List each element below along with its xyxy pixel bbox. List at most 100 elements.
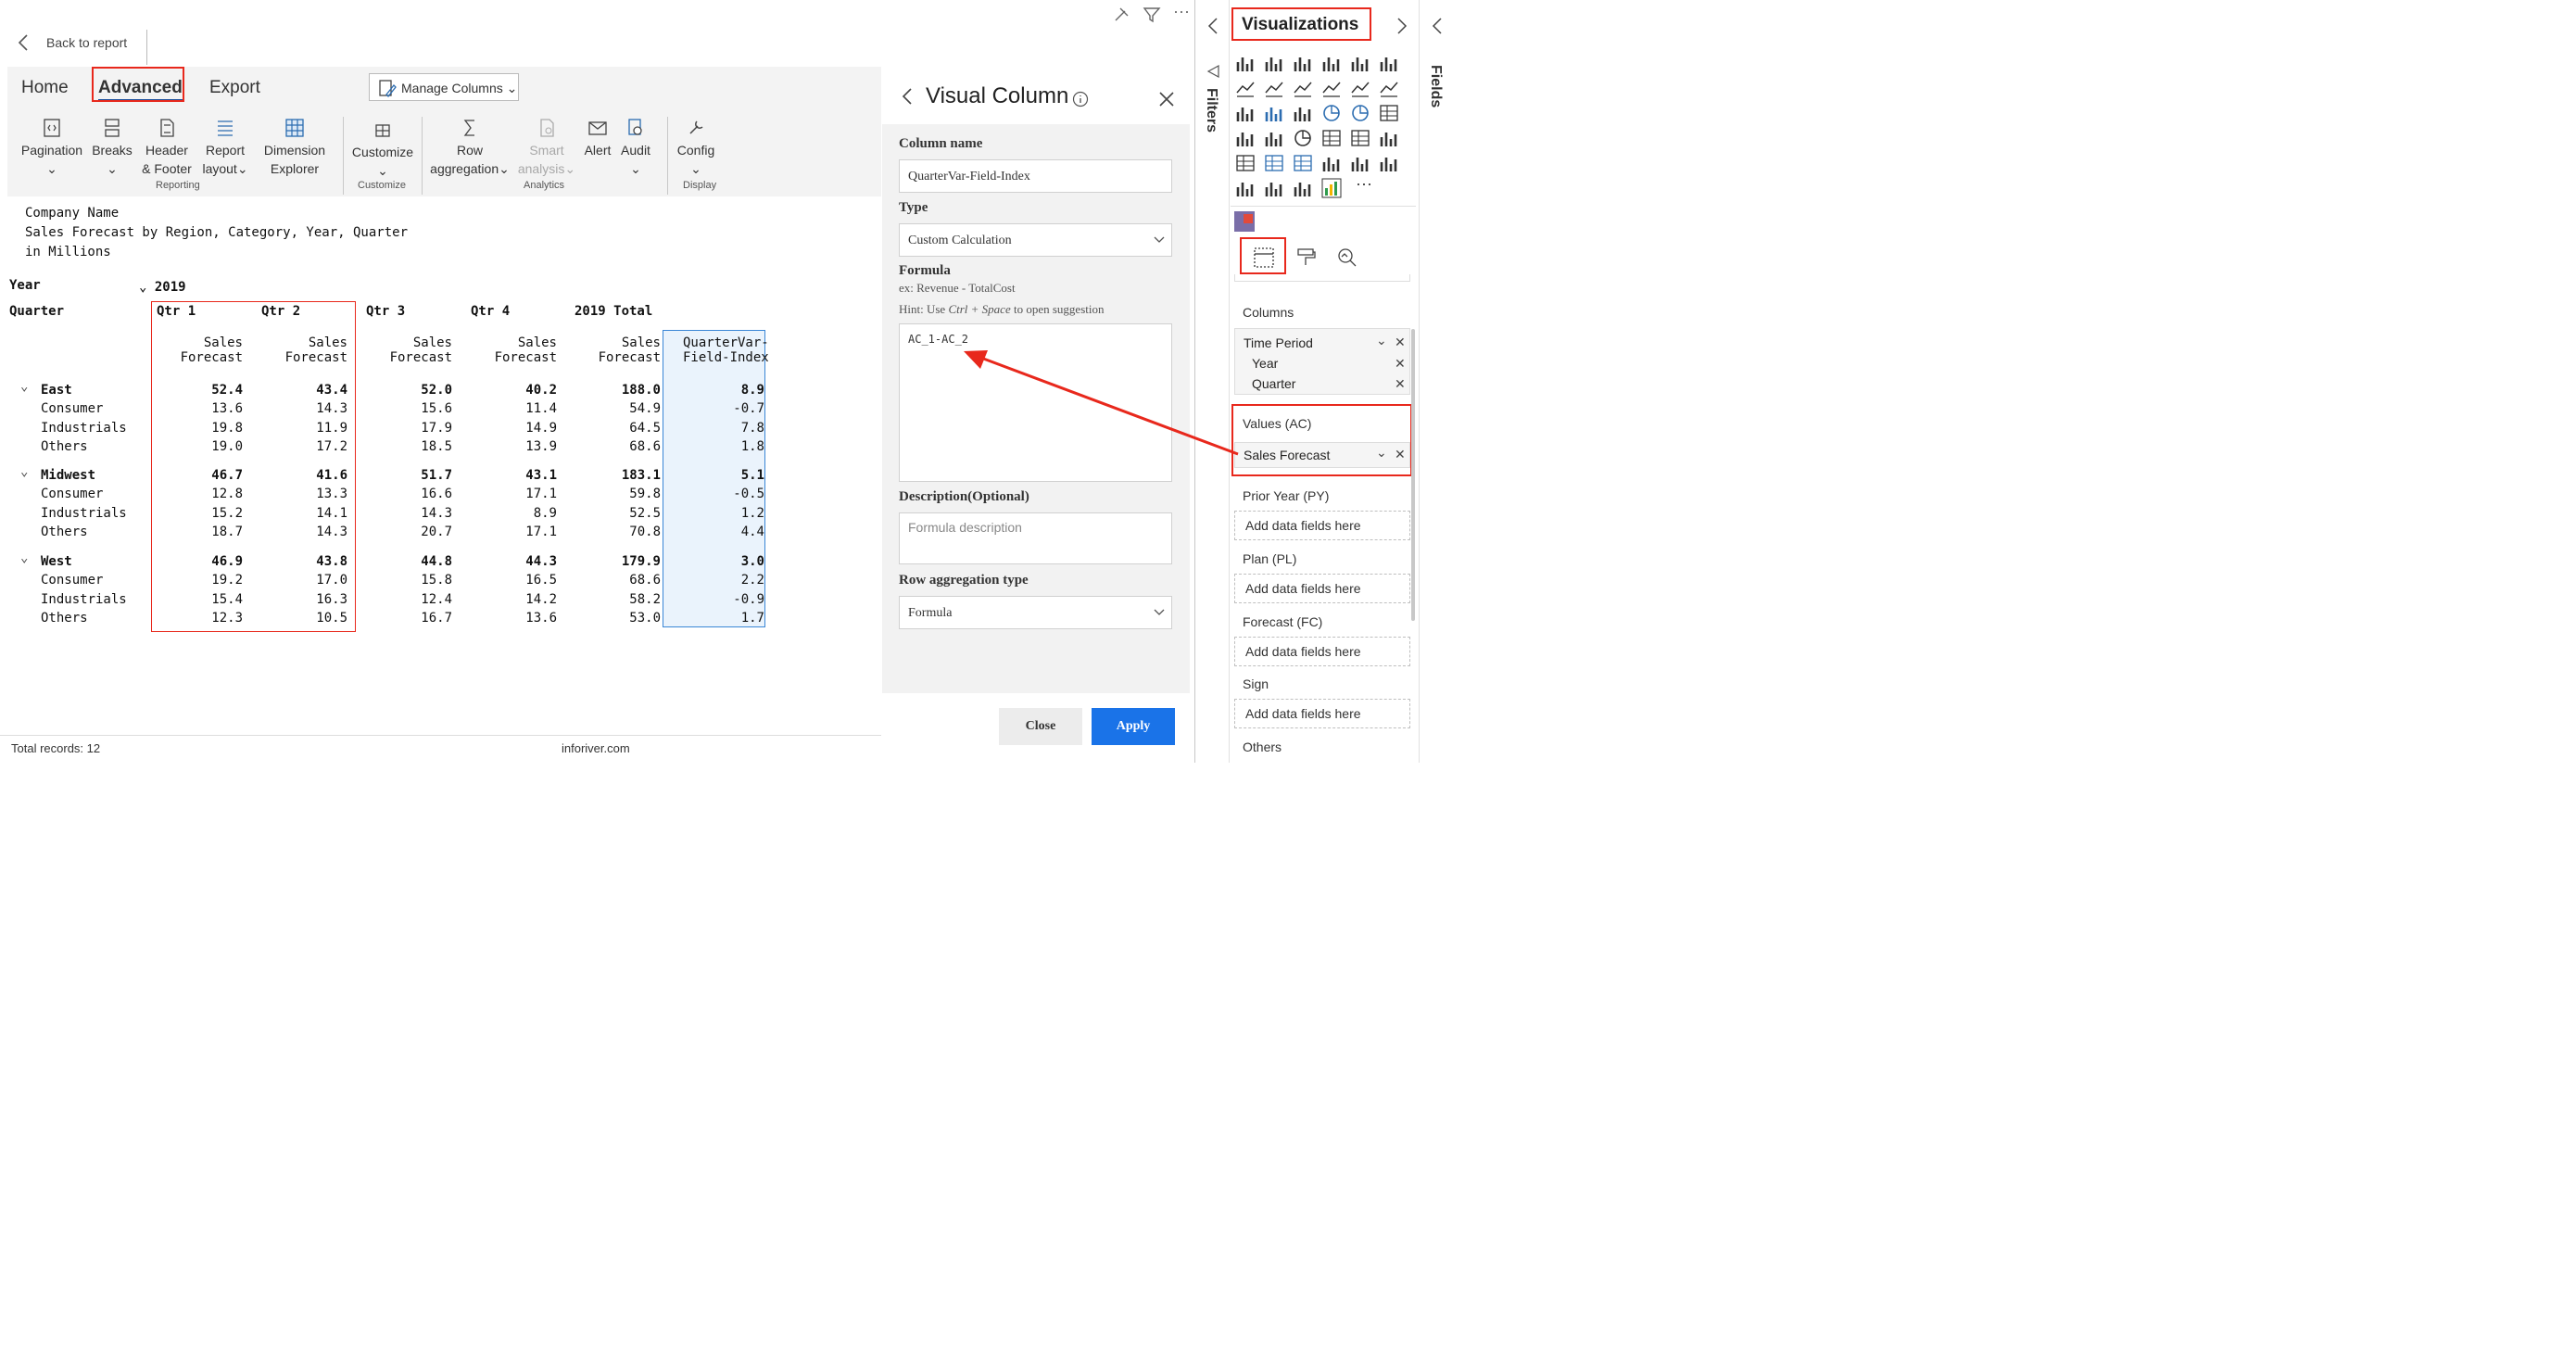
- line-chart-icon[interactable]: [1235, 78, 1256, 98]
- column-name-input[interactable]: QuarterVar-Field-Index: [899, 159, 1172, 193]
- collapse-chevron-icon[interactable]: [1431, 17, 1444, 35]
- tab-home[interactable]: Home: [21, 78, 69, 98]
- customize-button[interactable]: Customize ⌄: [350, 119, 415, 180]
- pin-icon[interactable]: [1112, 6, 1132, 24]
- line-clustered-column-icon[interactable]: [1350, 78, 1370, 98]
- year-collapse-toggle[interactable]: ⌄ 2019: [139, 280, 186, 295]
- clustered-bar-chart-icon[interactable]: [1293, 53, 1313, 73]
- add-data-fields-dropzone[interactable]: Add data fields here: [1234, 699, 1410, 728]
- 100pct-column-chart-icon[interactable]: [1379, 53, 1399, 73]
- back-to-report-link[interactable]: Back to report: [46, 35, 127, 50]
- chevron-down-icon: ⌄: [499, 161, 510, 176]
- waterfall-chart-icon[interactable]: [1235, 103, 1256, 123]
- back-chevron-icon[interactable]: [17, 33, 30, 52]
- region-collapse-toggle[interactable]: ⌄: [20, 464, 28, 479]
- matrix-icon[interactable]: [1293, 153, 1313, 173]
- add-data-fields-dropzone[interactable]: Add data fields here: [1234, 574, 1410, 603]
- donut-chart-icon[interactable]: [1350, 103, 1370, 123]
- remove-field-icon[interactable]: ✕: [1395, 356, 1406, 372]
- treemap-icon[interactable]: [1379, 103, 1399, 123]
- row-aggregation-select[interactable]: Formula: [899, 596, 1172, 629]
- add-data-fields-dropzone[interactable]: Add data fields here: [1234, 637, 1410, 666]
- dimension-explorer-button[interactable]: Dimension Explorer: [259, 117, 330, 178]
- region-total-cell: 51.7: [421, 468, 452, 483]
- paginated-report-icon[interactable]: [1235, 178, 1256, 198]
- audit-button[interactable]: Audit ⌄: [617, 117, 654, 178]
- qa-icon[interactable]: [1379, 153, 1399, 173]
- manage-columns-button[interactable]: Manage Columns ⌄: [369, 73, 519, 101]
- breaks-button[interactable]: Breaks ⌄: [89, 117, 135, 178]
- region-collapse-toggle[interactable]: ⌄: [20, 550, 28, 565]
- 100pct-bar-chart-icon[interactable]: [1350, 53, 1370, 73]
- pie-chart-icon[interactable]: [1321, 103, 1342, 123]
- card-icon[interactable]: [1321, 128, 1342, 148]
- report-layout-label-1: Report: [205, 143, 246, 158]
- well-label: Sign: [1243, 676, 1269, 691]
- stacked-column-chart-icon[interactable]: [1264, 53, 1284, 73]
- gauge-icon[interactable]: [1293, 128, 1313, 148]
- slicer-icon[interactable]: [1235, 153, 1256, 173]
- remove-field-icon[interactable]: ✕: [1395, 335, 1406, 350]
- map-icon[interactable]: [1235, 128, 1256, 148]
- clustered-column-chart-icon[interactable]: [1321, 53, 1342, 73]
- key-influencers-icon[interactable]: [1321, 153, 1342, 173]
- inforiver-icon[interactable]: [1321, 178, 1342, 198]
- header-footer-button[interactable]: Header & Footer: [137, 117, 196, 178]
- add-data-fields-dropzone[interactable]: Add data fields here: [1234, 511, 1410, 540]
- collapse-chevron-icon[interactable]: [1206, 17, 1219, 35]
- row-aggregation-button[interactable]: Row aggregation⌄: [428, 117, 511, 178]
- region-total-cell: 43.8: [316, 554, 347, 569]
- remove-field-icon[interactable]: ✕: [1395, 376, 1406, 392]
- region-collapse-toggle[interactable]: ⌄: [20, 379, 28, 394]
- line-column-chart-icon[interactable]: [1321, 78, 1342, 98]
- info-icon[interactable]: [1072, 91, 1089, 107]
- more-visuals-icon[interactable]: ···: [1356, 174, 1372, 194]
- close-button[interactable]: Close: [999, 708, 1082, 745]
- custom-visual-icon[interactable]: [1234, 211, 1255, 232]
- values-well-highlight: [1231, 404, 1412, 476]
- power-apps-icon[interactable]: [1293, 178, 1313, 198]
- smart-analysis-button[interactable]: Smart analysis⌄: [515, 117, 578, 178]
- paint-roller-icon[interactable]: [1295, 247, 1318, 269]
- smart-analysis-label-1: Smart: [529, 143, 564, 158]
- formula-textarea[interactable]: AC_1-AC_2: [899, 323, 1172, 482]
- config-button[interactable]: Config ⌄: [675, 117, 717, 178]
- header-footer-label-1: Header: [145, 143, 188, 158]
- row-aggregation-label-1: Row: [456, 143, 483, 158]
- area-chart-icon[interactable]: [1264, 78, 1284, 98]
- region-total-cell: 44.3: [525, 554, 557, 569]
- formula-label: Formula: [899, 263, 951, 278]
- description-textarea[interactable]: Formula description: [899, 512, 1172, 564]
- analytics-magnifier-icon[interactable]: [1336, 247, 1358, 269]
- value-cell: 59.8: [629, 487, 661, 501]
- pagination-button[interactable]: Pagination ⌄: [19, 117, 85, 178]
- chevron-down-icon[interactable]: ⌄: [1376, 333, 1387, 348]
- fields-label[interactable]: Fields: [1427, 65, 1444, 107]
- kpi-icon[interactable]: [1379, 128, 1399, 148]
- ribbon-chart-icon[interactable]: [1379, 78, 1399, 98]
- arcgis-map-icon[interactable]: [1264, 178, 1284, 198]
- funnel-chart-icon[interactable]: [1264, 103, 1284, 123]
- apply-button[interactable]: Apply: [1092, 708, 1175, 745]
- tab-export[interactable]: Export: [209, 78, 260, 98]
- decomposition-tree-icon[interactable]: [1350, 153, 1370, 173]
- scatter-chart-icon[interactable]: [1293, 103, 1313, 123]
- filters-label[interactable]: Filters: [1203, 88, 1219, 133]
- type-select[interactable]: Custom Calculation: [899, 223, 1172, 257]
- filled-map-icon[interactable]: [1264, 128, 1284, 148]
- stacked-area-chart-icon[interactable]: [1293, 78, 1313, 98]
- viz-scrollbar[interactable]: [1411, 329, 1415, 621]
- close-icon[interactable]: [1158, 91, 1175, 107]
- stacked-bar-chart-icon[interactable]: [1235, 53, 1256, 73]
- multi-row-card-icon[interactable]: [1350, 128, 1370, 148]
- table-icon[interactable]: [1264, 153, 1284, 173]
- more-options-icon[interactable]: ···: [1173, 2, 1190, 21]
- group-label-analytics: Analytics: [524, 180, 565, 191]
- filter-icon[interactable]: [1142, 6, 1162, 24]
- columns-well[interactable]: Time Period ⌄ ✕ Year ✕ Quarter ✕: [1234, 328, 1410, 395]
- report-layout-button[interactable]: Report layout⌄: [198, 117, 252, 178]
- vc-back-chevron-icon[interactable]: [901, 87, 914, 106]
- expand-chevron-icon[interactable]: [1395, 17, 1408, 35]
- pagination-icon: [44, 119, 60, 137]
- alert-button[interactable]: Alert: [582, 117, 613, 159]
